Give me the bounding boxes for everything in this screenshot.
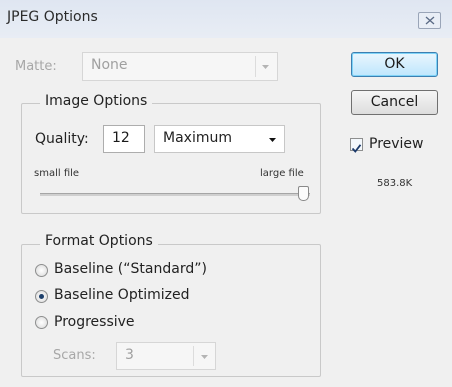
preview-label: Preview — [369, 136, 424, 152]
small-file-label: small file — [34, 168, 80, 179]
baseline-standard-radio[interactable] — [35, 264, 48, 277]
preview-checkbox[interactable] — [350, 138, 363, 153]
ok-button[interactable]: OK — [351, 52, 438, 77]
matte-value: None — [91, 57, 128, 73]
window-title: JPEG Options — [7, 9, 98, 25]
scans-value: 3 — [125, 347, 134, 363]
image-options-title: Image Options — [40, 93, 153, 109]
progressive-radio[interactable] — [35, 316, 48, 329]
matte-label: Matte: — [15, 59, 57, 74]
checkmark-icon — [351, 144, 362, 153]
quality-slider-thumb[interactable] — [298, 186, 309, 201]
title-bar: JPEG Options — [0, 0, 452, 38]
baseline-optimized-label: Baseline Optimized — [54, 287, 190, 303]
jpeg-options-dialog: JPEG Options Matte: None OK Cancel Previ… — [0, 0, 452, 387]
cancel-button[interactable]: Cancel — [351, 90, 438, 115]
chevron-down-icon — [269, 138, 276, 142]
matte-divider — [255, 56, 256, 77]
scans-select[interactable]: 3 — [116, 342, 216, 370]
quality-preset-select[interactable]: Maximum — [154, 125, 285, 153]
file-size-readout: 583.8K — [377, 178, 413, 189]
scans-label: Scans: — [53, 348, 96, 363]
quality-preset-value: Maximum — [163, 130, 232, 146]
scans-divider — [193, 346, 194, 366]
quality-input[interactable]: 12 — [103, 125, 145, 153]
quality-slider-track[interactable] — [40, 193, 310, 196]
chevron-down-icon — [262, 65, 269, 69]
progressive-label: Progressive — [54, 314, 135, 330]
baseline-standard-label: Baseline (“Standard”) — [54, 261, 207, 277]
format-options-title: Format Options — [40, 233, 158, 249]
matte-select[interactable]: None — [82, 52, 278, 81]
quality-value: 12 — [112, 130, 130, 146]
image-options-group — [21, 103, 321, 214]
quality-label: Quality: — [35, 131, 89, 147]
large-file-label: large file — [260, 168, 304, 179]
baseline-optimized-radio[interactable] — [35, 290, 48, 303]
close-button[interactable] — [418, 12, 441, 29]
close-x-icon — [425, 16, 435, 25]
chevron-down-icon — [201, 355, 208, 359]
